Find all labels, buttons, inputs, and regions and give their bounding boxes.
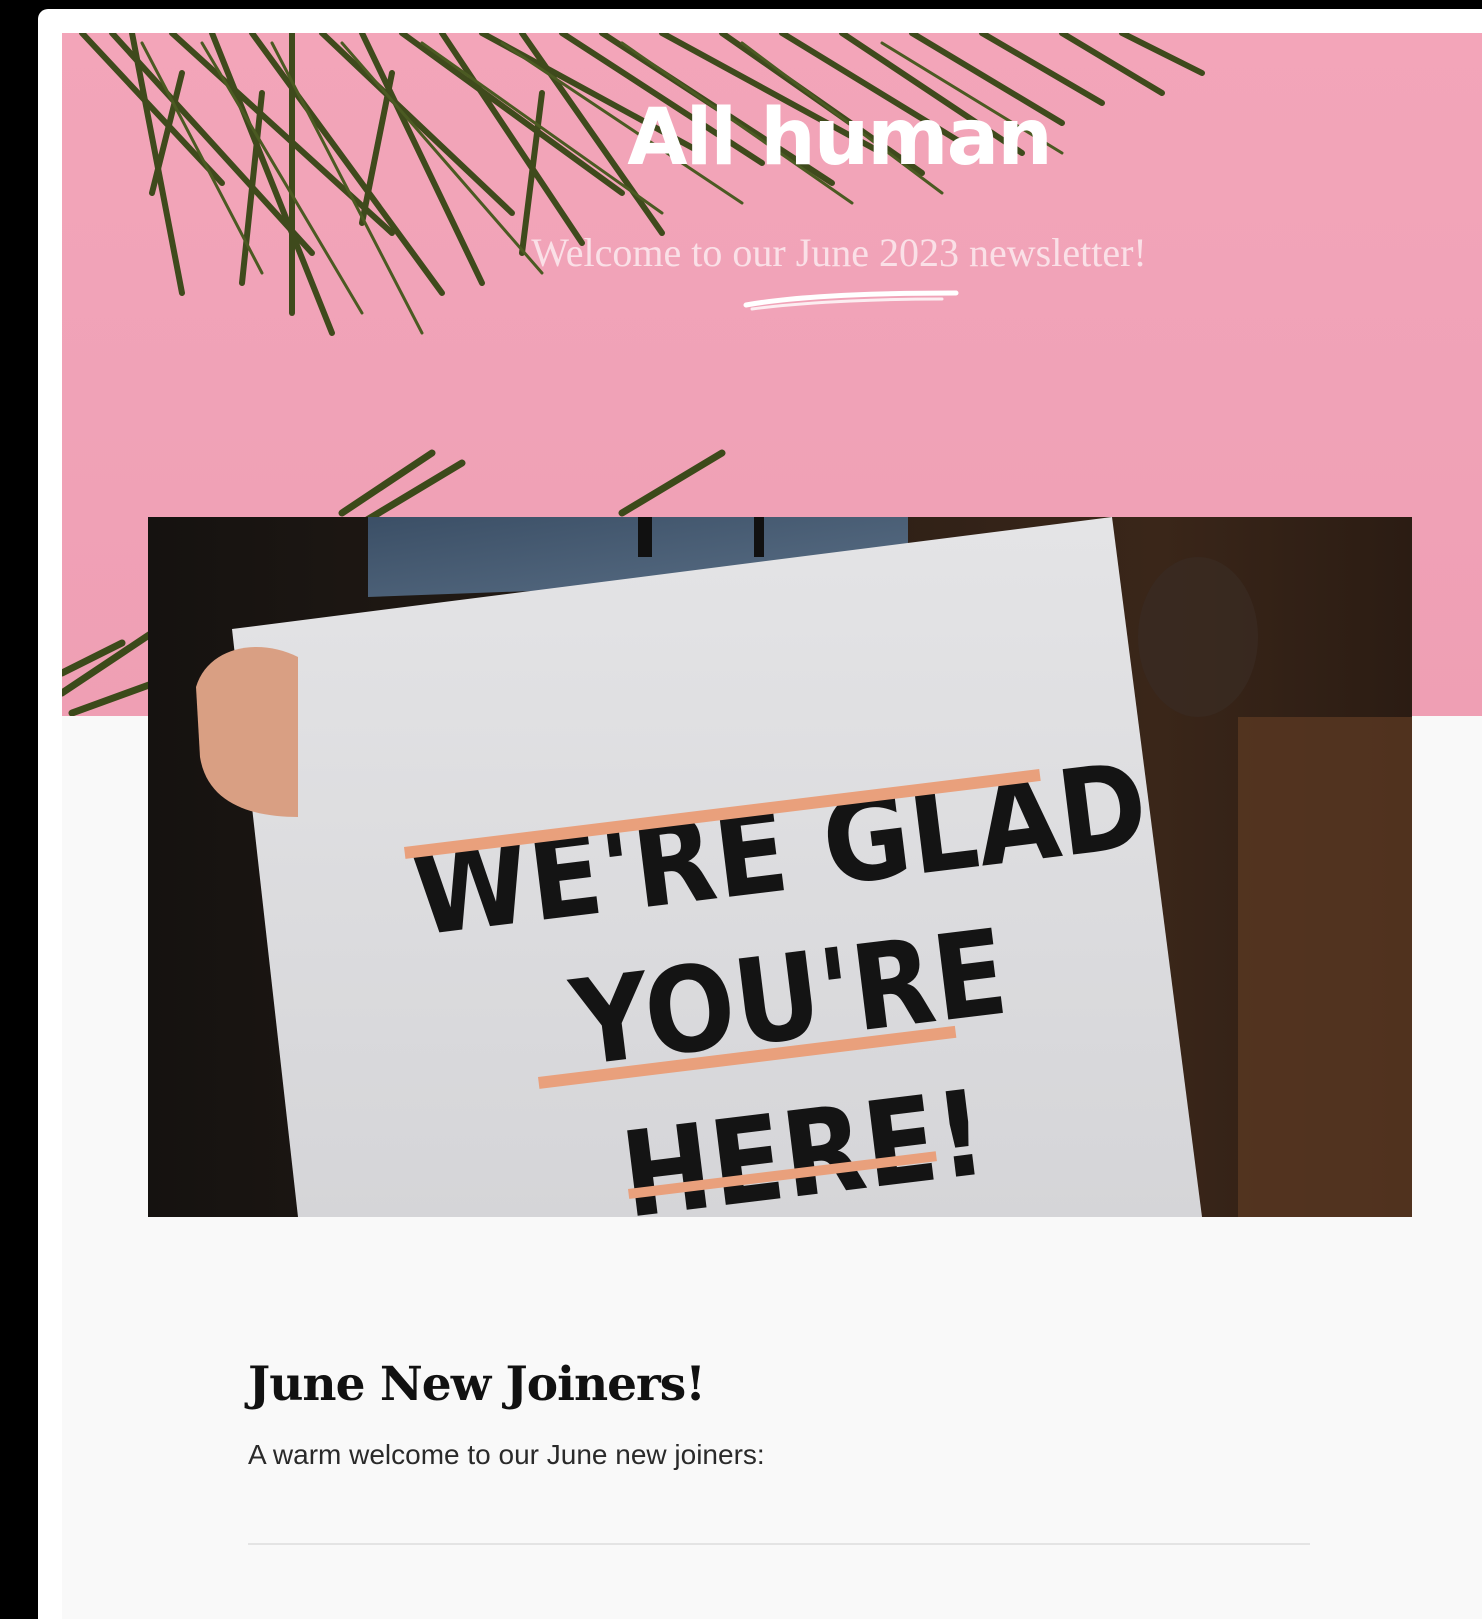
- section-intro-text: A warm welcome to our June new joiners:: [248, 1439, 765, 1470]
- hero-photo-sign: WE'RE GLAD YOU'RE HERE!: [148, 517, 1412, 1217]
- section-divider: [248, 1543, 1310, 1545]
- app-window: All human Welcome to our June 2023 newsl…: [38, 9, 1482, 1619]
- newsletter-title: All human: [627, 93, 1053, 183]
- newsletter-email: All human Welcome to our June 2023 newsl…: [62, 33, 1482, 1619]
- content-section: June New Joiners! A warm welcome to our …: [148, 1217, 1412, 1619]
- section-heading: June New Joiners!: [248, 1357, 706, 1412]
- newsletter-subtitle: Welcome to our June 2023 newsletter!: [531, 230, 1147, 275]
- swoosh-underline-icon: [743, 290, 959, 311]
